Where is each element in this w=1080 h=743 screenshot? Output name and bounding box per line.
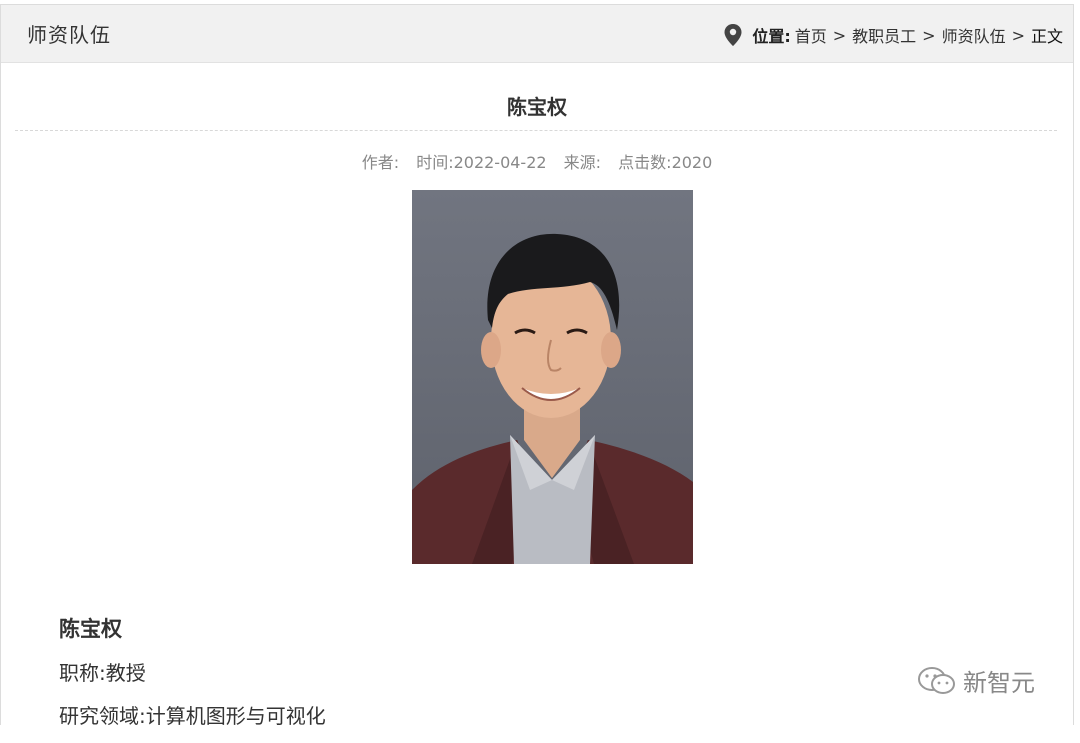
watermark-text: 新智元 xyxy=(963,669,1035,697)
meta-time: 时间:2022-04-22 xyxy=(416,153,547,172)
page-frame: 师资队伍 位置: 首页 > 教职员工 > 师资队伍 > 正文 陈宝权 作者: 时… xyxy=(0,4,1074,728)
portrait-photo xyxy=(412,190,693,564)
location-pin-icon xyxy=(724,24,742,46)
bio-name: 陈宝权 xyxy=(59,617,122,641)
bio-title: 职称:教授 xyxy=(59,661,146,685)
breadcrumb-current: 正文 xyxy=(1030,27,1063,46)
breadcrumb-separator: > xyxy=(832,25,847,45)
title-divider xyxy=(15,130,1057,131)
article-meta: 作者: 时间:2022-04-22 来源: 点击数:2020 xyxy=(1,149,1073,173)
bio-section: 陈宝权 职称:教授 研究领域:计算机图形与可视化 xyxy=(59,613,326,743)
section-title: 师资队伍 xyxy=(27,23,111,47)
header-bar: 师资队伍 位置: 首页 > 教职员工 > 师资队伍 > 正文 xyxy=(1,5,1073,63)
meta-author: 作者: xyxy=(361,153,400,172)
breadcrumb: 位置: 首页 > 教职员工 > 师资队伍 > 正文 xyxy=(724,23,1063,47)
breadcrumb-separator: > xyxy=(922,25,936,45)
watermark: 新智元 xyxy=(917,663,1035,698)
breadcrumb-staff[interactable]: 教职员工 xyxy=(852,23,916,47)
breadcrumb-home[interactable]: 首页 xyxy=(795,23,827,47)
location-label: 位置: xyxy=(752,27,791,46)
meta-source: 来源: xyxy=(563,153,602,172)
wechat-icon xyxy=(918,666,955,694)
article-title: 陈宝权 xyxy=(507,95,567,119)
breadcrumb-faculty[interactable]: 师资队伍 xyxy=(942,23,1006,47)
meta-clicks: 点击数:2020 xyxy=(618,153,713,172)
breadcrumb-separator: > xyxy=(1011,25,1025,45)
